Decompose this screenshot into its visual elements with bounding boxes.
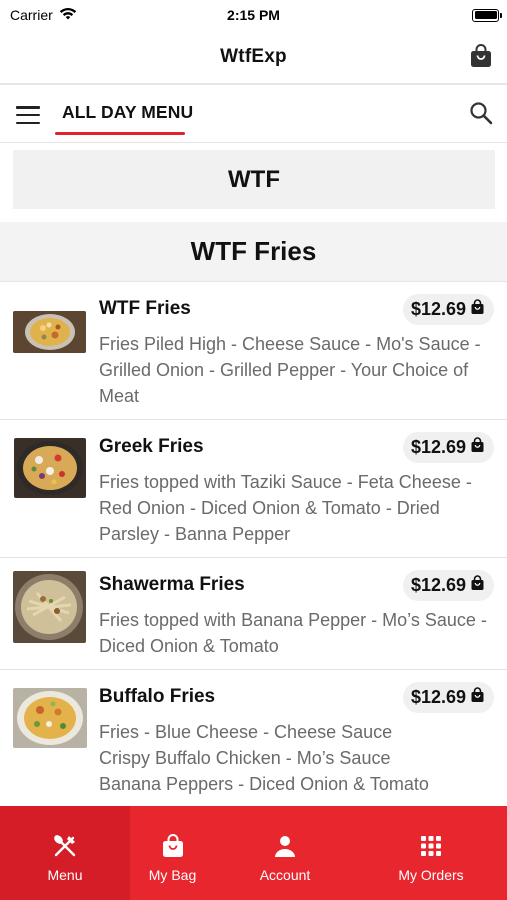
shopping-bag-icon bbox=[160, 833, 186, 859]
menu-item-buffalo-fries[interactable]: Buffalo Fries $12.69 Fries - Blue Cheese… bbox=[0, 670, 507, 806]
person-icon bbox=[272, 833, 298, 859]
tab-all-day-menu[interactable]: ALL DAY MENU bbox=[55, 87, 200, 137]
item-price: $12.69 bbox=[410, 687, 466, 707]
item-price: $12.69 bbox=[410, 437, 466, 457]
item-price: $12.69 bbox=[410, 299, 466, 319]
subcategory-header: WTF Fries bbox=[0, 222, 507, 282]
nav-label: Account bbox=[259, 867, 311, 883]
carrier-label: Carrier bbox=[10, 7, 53, 23]
item-name: Greek Fries bbox=[99, 436, 204, 457]
status-left: Carrier bbox=[10, 7, 77, 23]
title-bar: WtfExp bbox=[0, 30, 507, 85]
item-photo bbox=[13, 688, 87, 748]
nav-my-bag[interactable]: My Bag bbox=[130, 806, 215, 900]
item-name: WTF Fries bbox=[99, 298, 191, 319]
price-badge[interactable]: $12.69 bbox=[402, 682, 494, 713]
item-description: Fries - Blue Cheese - Cheese Sauce Crisp… bbox=[99, 719, 497, 797]
price-badge[interactable]: $12.69 bbox=[402, 294, 494, 325]
battery-icon bbox=[472, 8, 502, 22]
menu-bar: ALL DAY MENU bbox=[0, 87, 507, 143]
nav-menu[interactable]: Menu bbox=[0, 806, 130, 900]
item-name: Shawerma Fries bbox=[99, 574, 245, 595]
item-photo bbox=[13, 311, 86, 353]
bottom-nav: Menu My Bag Account My Orders bbox=[0, 806, 507, 900]
menu-item-greek-fries[interactable]: Greek Fries $12.69 Fries topped with Taz… bbox=[0, 420, 507, 558]
hamburger-icon[interactable] bbox=[16, 106, 40, 124]
shopping-bag-icon bbox=[470, 575, 485, 596]
item-price: $12.69 bbox=[410, 575, 466, 595]
menu-item-list: WTF Fries $12.69 Fries Piled High - Chee… bbox=[0, 282, 507, 806]
description-line: Banana Peppers - Diced Onion & Tomato bbox=[99, 774, 429, 794]
description-line: Fries - Blue Cheese - Cheese Sauce bbox=[99, 722, 393, 742]
price-badge[interactable]: $12.69 bbox=[402, 570, 494, 601]
battery-level bbox=[474, 11, 497, 19]
shopping-bag-icon bbox=[470, 299, 485, 320]
item-name: Buffalo Fries bbox=[99, 686, 216, 707]
nav-account[interactable]: Account bbox=[215, 806, 355, 900]
grid-icon bbox=[418, 833, 444, 859]
category-header: WTF bbox=[13, 150, 495, 209]
nav-my-orders[interactable]: My Orders bbox=[355, 806, 507, 900]
price-badge[interactable]: $12.69 bbox=[402, 432, 494, 463]
item-description: Fries Piled High - Cheese Sauce - Mo's S… bbox=[99, 334, 481, 406]
search-icon[interactable] bbox=[469, 101, 493, 130]
nav-label: My Bag bbox=[148, 867, 197, 883]
item-photo bbox=[14, 438, 86, 498]
status-bar: Carrier 2:15 PM bbox=[0, 0, 507, 30]
app-title: WtfExp bbox=[220, 45, 287, 67]
wifi-icon bbox=[59, 7, 77, 23]
nav-label: My Orders bbox=[398, 867, 464, 883]
item-photo bbox=[13, 571, 86, 643]
menu-item-shawerma-fries[interactable]: Shawerma Fries $12.69 Fries topped with … bbox=[0, 558, 507, 670]
shopping-bag-icon bbox=[470, 687, 485, 708]
fork-knife-icon bbox=[52, 833, 78, 859]
active-tab-indicator bbox=[55, 132, 185, 135]
item-description: Fries topped with Taziki Sauce - Feta Ch… bbox=[99, 472, 472, 544]
shopping-bag-icon bbox=[470, 437, 485, 458]
nav-label: Menu bbox=[47, 867, 83, 883]
shopping-bag-icon[interactable] bbox=[469, 43, 493, 74]
menu-item-wtf-fries[interactable]: WTF Fries $12.69 Fries Piled High - Chee… bbox=[0, 282, 507, 420]
description-line: Crispy Buffalo Chicken - Mo’s Sauce bbox=[99, 748, 391, 768]
item-description: Fries topped with Banana Pepper - Mo’s S… bbox=[99, 610, 487, 656]
